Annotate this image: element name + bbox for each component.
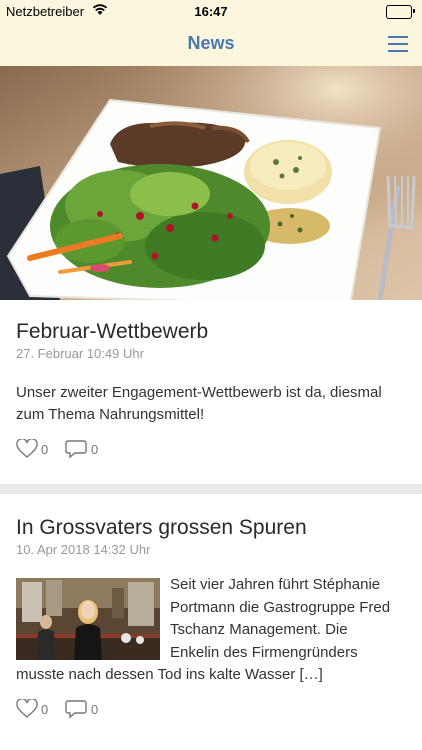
navigation-bar: News [0,22,422,67]
status-bar: Netzbetreiber 16:47 [0,0,422,22]
comment-button[interactable]: 0 [65,698,105,720]
like-count: 0 [41,702,49,717]
comment-count: 0 [91,442,99,457]
comment-button[interactable]: 0 [65,438,105,460]
article-teaser-wrapper: Seit vier Jahren führt Stéphanie Portman… [16,574,396,694]
comment-count: 0 [91,702,99,717]
battery-icon [386,5,415,19]
article-date: 10. Apr 2018 14:32 Uhr [16,542,151,557]
hamburger-menu-icon[interactable] [388,34,410,52]
clock: 16:47 [194,4,228,19]
thumbnail-spacer [16,574,170,656]
page-title: News [187,33,235,53]
heart-icon [16,699,38,718]
like-button[interactable]: 0 [16,698,52,720]
comment-icon [65,440,87,459]
comment-icon [65,700,87,719]
article-teaser: Unser zweiter Engagement-Wettbewerb ist … [16,384,382,423]
news-card[interactable]: In Grossvaters grossen Spuren 10. Apr 20… [0,494,422,750]
heart-icon [16,439,38,458]
article-date: 27. Februar 10:49 Uhr [16,346,144,361]
like-count: 0 [41,442,49,457]
article-hero-image[interactable] [0,66,422,300]
article-title[interactable]: In Grossvaters grossen Spuren [16,516,307,540]
article-title[interactable]: Februar-Wettbewerb [16,320,208,344]
news-card[interactable]: Februar-Wettbewerb 27. Februar 10:49 Uhr… [0,66,422,484]
like-button[interactable]: 0 [16,438,52,460]
